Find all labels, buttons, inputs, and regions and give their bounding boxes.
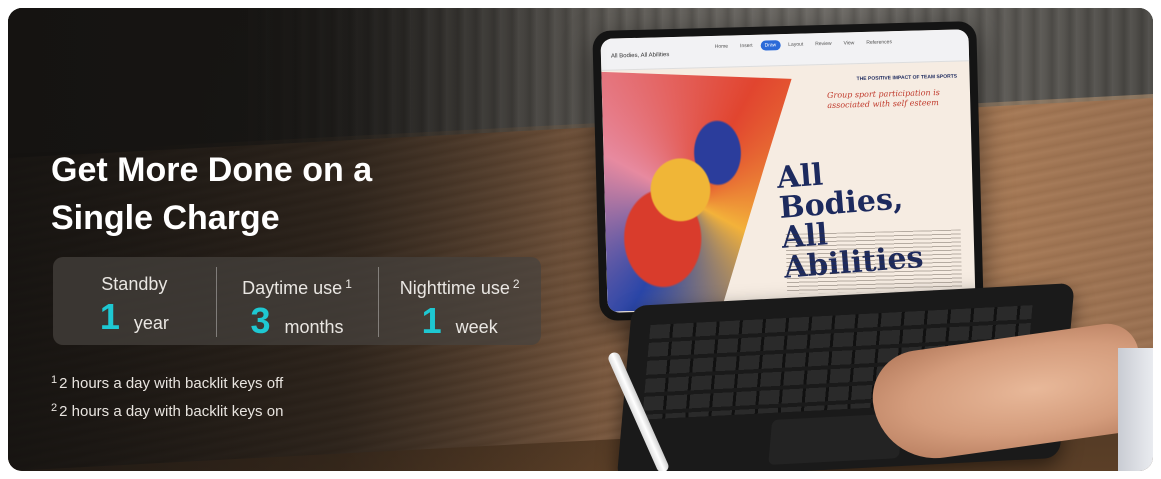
battery-stats-panel: Standby 1 year Daytime use 1 3 months Nig… [53, 257, 541, 345]
article-heading: THE POSITIVE IMPACT OF TEAM SPORTS [856, 73, 958, 83]
stat-unit: week [455, 317, 498, 337]
stat-label-daytime: Daytime use 1 [242, 271, 352, 301]
app-toolbar: All Bodies, All Abilities Home Insert Dr… [600, 29, 970, 71]
stat-value-standby: 1 year [100, 299, 169, 335]
footnote-text: 2 hours a day with backlit keys off [59, 375, 284, 392]
ribbon-tabs: Home Insert Draw Layout Review View Refe… [711, 37, 896, 52]
footnote-1: 12 hours a day with backlit keys off [51, 368, 283, 396]
headline-line-2: Single Charge [51, 199, 280, 237]
tab-home: Home [714, 43, 729, 50]
footnotes: 12 hours a day with backlit keys off 22 … [51, 368, 283, 424]
footnote-2: 22 hours a day with backlit keys on [51, 396, 283, 424]
footnote-mark: 1 [51, 374, 58, 386]
stat-standby: Standby 1 year [53, 257, 216, 345]
stat-label-text: Nighttime use [399, 278, 510, 298]
shirt-sleeve [1118, 348, 1153, 471]
headline-line-1: Get More Done on a [51, 151, 373, 189]
tab-layout: Layout [788, 41, 804, 48]
headline: Get More Done on a Single Charge [51, 146, 491, 242]
stat-unit: months [284, 317, 344, 337]
stat-daytime: Daytime use 1 3 months [215, 257, 379, 345]
tablet-device: All Bodies, All Abilities Home Insert Dr… [592, 21, 984, 321]
tab-review: Review [815, 40, 832, 48]
footnote-marker: 1 [345, 277, 352, 291]
stat-number: 3 [250, 300, 271, 341]
product-banner: All Bodies, All Abilities Home Insert Dr… [8, 8, 1153, 471]
tablet-screen: All Bodies, All Abilities Home Insert Dr… [600, 29, 976, 313]
stat-label-text: Standby [101, 274, 168, 294]
footnote-text: 2 hours a day with backlit keys on [59, 403, 284, 420]
footnote-mark: 2 [51, 402, 58, 414]
document-title: All Bodies, All Abilities [610, 52, 670, 60]
stat-value-daytime: 3 months [250, 303, 343, 339]
footnote-marker: 2 [512, 277, 520, 291]
stat-nighttime: Nighttime use 2 1 week [378, 257, 541, 345]
stat-label-standby: Standby [101, 271, 167, 297]
stat-number: 1 [99, 296, 120, 337]
stat-value-nighttime: 1 week [422, 303, 498, 339]
abstract-artwork [601, 67, 797, 312]
stat-number: 1 [421, 300, 442, 341]
stat-label-text: Daytime use [242, 278, 343, 298]
stat-unit: year [133, 313, 169, 333]
tab-references: References [866, 39, 893, 46]
tab-draw: Draw [760, 40, 781, 51]
article-body-text [785, 229, 963, 295]
tab-view: View [843, 40, 855, 47]
handwritten-note: Group sport participation is associated … [826, 87, 940, 110]
stat-label-nighttime: Nighttime use 2 [400, 271, 520, 301]
tab-insert: Insert [739, 42, 753, 50]
